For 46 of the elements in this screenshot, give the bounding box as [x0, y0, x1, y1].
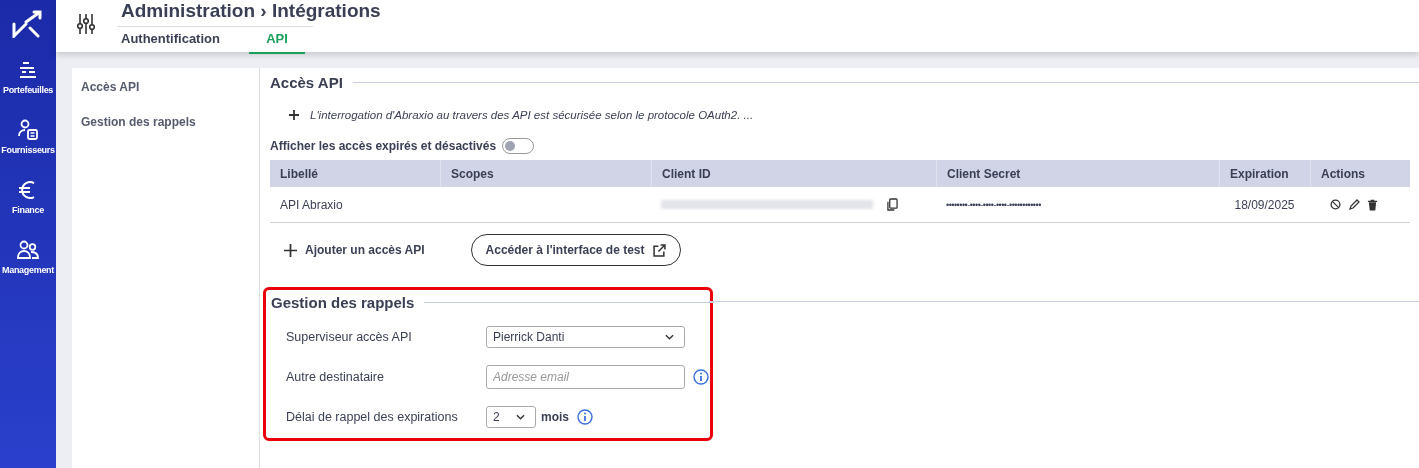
copy-icon[interactable]: [887, 198, 898, 211]
nav-item[interactable]: Management: [2, 238, 54, 298]
column-header: Scopes: [440, 160, 651, 187]
plus-icon: [284, 243, 297, 257]
sliders-icon: [76, 13, 96, 35]
section-title: Gestion des rappels: [271, 294, 415, 311]
field-label: Autre destinataire: [286, 370, 385, 384]
tab[interactable]: Authentification: [117, 27, 249, 54]
delay-select[interactable]: 2: [486, 406, 536, 428]
column-header: Actions: [1310, 160, 1410, 187]
external-link-icon: [652, 243, 666, 257]
column-header: Libellé: [279, 165, 319, 183]
table-cell-text: API Abraxio: [279, 196, 344, 214]
page-title: Administration › Intégrations: [120, 0, 381, 23]
column-header: Expiration: [1219, 160, 1310, 187]
email-field[interactable]: Adresse email: [486, 365, 685, 389]
info-icon[interactable]: [577, 409, 593, 425]
logo-icon: [12, 10, 44, 38]
toggle-switch[interactable]: [502, 138, 535, 154]
info-icon[interactable]: [693, 369, 709, 385]
field-label: Délai de rappel des expirations: [286, 410, 459, 424]
supervisor-select[interactable]: Pierrick Danti: [486, 326, 685, 348]
column-header: Client ID: [651, 160, 936, 187]
delete-icon[interactable]: [1367, 198, 1378, 211]
table-cell: ••••••••-••••-••••-••••-••••••••••••: [946, 199, 1041, 210]
info-text: L'interrogation d'Abraxio au travers des API est sécurisée selon le protocole OAuth2. ...: [310, 109, 754, 121]
section-link[interactable]: Accès API: [81, 80, 259, 115]
field-label: Superviseur accès API: [286, 330, 413, 344]
disable-icon[interactable]: [1330, 199, 1341, 210]
expand-icon[interactable]: [288, 109, 300, 121]
person-card-icon: [16, 118, 40, 142]
unit-label: mois: [541, 410, 569, 424]
add-api-button[interactable]: Ajouter un accès API: [284, 243, 425, 257]
section-link[interactable]: Gestion des rappels: [81, 115, 259, 150]
nav-item[interactable]: Fournisseurs: [1, 118, 55, 178]
toggle-label: Afficher les accès expirés et désactivés: [270, 139, 497, 153]
table-cell-text: 18/09/2025: [1233, 196, 1296, 214]
nav-item[interactable]: Finance: [12, 178, 44, 238]
chevron-down-icon: [516, 414, 525, 420]
test-interface-button[interactable]: Accéder à l'interface de test: [470, 234, 681, 266]
column-header: Client Secret: [936, 160, 1219, 187]
nav-item[interactable]: Portefeuilles: [2, 58, 54, 118]
section-title: Accès API: [270, 74, 343, 91]
chevron-down-icon: [665, 334, 674, 340]
people-icon: [16, 238, 40, 262]
edit-icon[interactable]: [1348, 198, 1360, 211]
